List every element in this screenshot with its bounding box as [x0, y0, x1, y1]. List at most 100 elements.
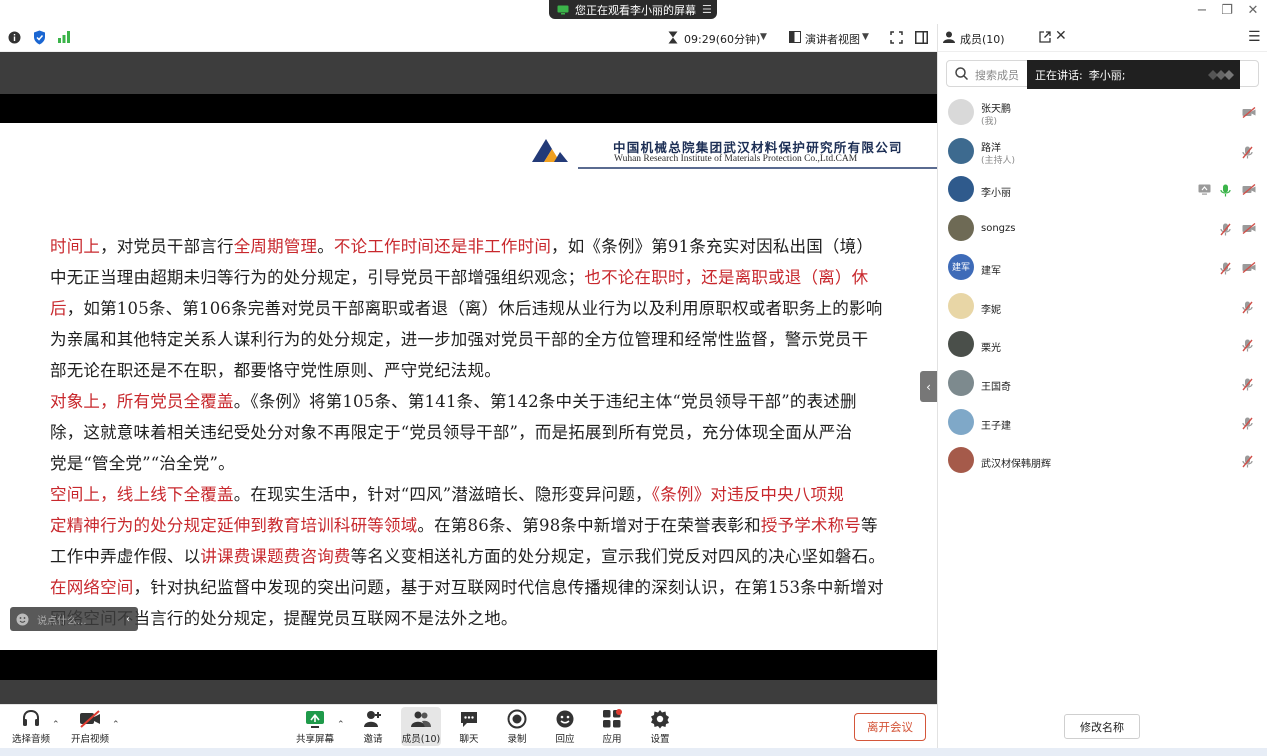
body-text: 工作中弄虚作假、以	[50, 547, 201, 566]
chevron-left-icon[interactable]: ‹	[126, 614, 130, 625]
member-name: 建军	[981, 265, 1001, 277]
company-logo	[530, 136, 570, 164]
body-text: ，如《条例》第91条充实对因私出国（境）	[551, 237, 874, 256]
document-line: 定精神行为的处分规定延伸到教育培训科研等领域。在第86条、第98条中新增对于在荣…	[50, 511, 930, 542]
shield-icon[interactable]	[33, 30, 46, 45]
mic-off-icon[interactable]	[1242, 378, 1253, 391]
member-name: 张天鹏	[981, 104, 1011, 115]
mic-off-icon[interactable]	[1220, 223, 1231, 236]
chat-icon	[459, 709, 479, 729]
search-placeholder: 搜索成员	[975, 69, 1019, 82]
avatar	[948, 331, 974, 358]
document-line: 网络空间不当言行的处分规定，提醒党员互联网不是法外之地。	[50, 604, 930, 635]
sharing-banner[interactable]: 您正在观看李小丽的屏幕 ☰	[549, 0, 717, 19]
member-row[interactable]: 王子建	[938, 406, 1267, 444]
rename-button[interactable]: 修改名称	[1064, 714, 1140, 739]
member-row[interactable]: 张天鹏 (我)	[938, 96, 1267, 134]
headset-icon	[21, 709, 41, 729]
audio-options-caret-icon[interactable]: ⌃	[52, 720, 60, 730]
video-off-icon[interactable]	[1242, 107, 1256, 118]
info-icon[interactable]	[8, 31, 21, 44]
video-off-icon[interactable]	[1242, 184, 1256, 196]
avatar: 建军	[948, 253, 974, 280]
view-mode-label[interactable]: 演讲者视图	[805, 31, 860, 47]
video-off-icon[interactable]	[1242, 223, 1256, 235]
members-button[interactable]: 成员(10)	[400, 709, 442, 751]
list-icon: ☰	[702, 3, 712, 16]
audio-button[interactable]: 选择音频	[10, 709, 52, 751]
share-screen-button[interactable]: 共享屏幕	[294, 709, 336, 751]
sidebar-toggle-icon[interactable]	[915, 31, 928, 44]
close-window-button[interactable]: ✕	[1244, 3, 1262, 19]
highlighted-text: 《条例》对违反中央八项规	[651, 485, 844, 504]
screen-share-indicator-icon	[557, 5, 569, 15]
record-button[interactable]: 录制	[496, 709, 538, 751]
avatar	[948, 292, 974, 319]
sharing-banner-text: 您正在观看李小丽的屏幕	[575, 3, 696, 17]
screen-share-icon[interactable]	[1198, 184, 1211, 196]
document-line: 中无正当理由超期未归等行为的处分规定，引导党员干部增强组织观念；也不论在职时，还…	[50, 263, 930, 294]
member-row[interactable]: 路洋 (主持人)	[938, 135, 1267, 173]
highlighted-text: 空间上，线上线下全覆盖	[50, 485, 234, 504]
signal-icon[interactable]	[58, 31, 70, 43]
menu-icon[interactable]: ☰	[1248, 29, 1261, 45]
member-row[interactable]: songzs	[938, 212, 1267, 250]
close-panel-button[interactable]: ✕	[1055, 28, 1067, 44]
document-line: 除，这就意味着相关违纪受处分对象不再限定于“党员领导干部”，而是拓展到所有党员，…	[50, 418, 930, 449]
video-button[interactable]: 开启视频	[69, 709, 111, 751]
speaker-view-icon	[789, 31, 801, 43]
header-rule	[578, 167, 937, 169]
member-row[interactable]: 李小丽	[938, 173, 1267, 211]
video-options-caret-icon[interactable]: ⌃	[112, 720, 120, 730]
mic-off-icon[interactable]	[1242, 146, 1253, 159]
member-name: songzs	[981, 223, 1016, 235]
member-name: 王子建	[981, 420, 1011, 432]
video-off-icon[interactable]	[1242, 261, 1256, 273]
apps-button[interactable]: 应用	[591, 709, 633, 751]
chat-input-overlay[interactable]: 说点什么... ‹	[10, 607, 138, 631]
mic-off-icon[interactable]	[1242, 339, 1253, 352]
settings-label: 设置	[650, 734, 670, 745]
chat-button[interactable]: 聊天	[448, 709, 490, 751]
mic-off-icon[interactable]	[1220, 262, 1231, 275]
settings-button[interactable]: 设置	[639, 709, 681, 751]
member-row[interactable]: 李妮	[938, 290, 1267, 328]
share-options-caret-icon[interactable]: ⌃	[337, 720, 345, 730]
invite-label: 邀请	[363, 734, 383, 745]
highlighted-text: 定精神行为的处分规定延伸到教育培训科研等领域	[50, 516, 418, 535]
mic-off-icon[interactable]	[1242, 417, 1253, 430]
mic-off-icon[interactable]	[1242, 455, 1253, 468]
avatar	[948, 137, 974, 164]
avatar	[948, 176, 974, 203]
minimize-button[interactable]: −	[1193, 3, 1211, 19]
member-row[interactable]: 建军 建军	[938, 251, 1267, 289]
member-row[interactable]: 栗光	[938, 328, 1267, 366]
speaking-label: 正在讲话:	[1035, 68, 1083, 82]
leave-meeting-button[interactable]: 离开会议	[854, 713, 926, 741]
pop-out-icon[interactable]	[1039, 31, 1051, 43]
chat-input-placeholder[interactable]: 说点什么...	[37, 612, 87, 627]
shared-screen-bottom-margin	[0, 680, 937, 704]
document-line: 对象上，所有党员全覆盖。《条例》将第105条、第141条、第142条中关于违纪主…	[50, 387, 930, 418]
members-button-label: 成员(10)	[401, 734, 441, 745]
invite-button[interactable]: 邀请	[352, 709, 394, 751]
avatar	[948, 215, 974, 242]
mic-off-icon[interactable]	[1242, 301, 1253, 314]
reactions-icon	[555, 709, 575, 729]
maximize-button[interactable]: ❐	[1218, 3, 1236, 19]
view-dropdown-icon[interactable]: ▼	[862, 32, 869, 42]
hourglass-icon	[668, 31, 678, 44]
emoji-icon[interactable]	[16, 613, 29, 626]
share-screen-label: 共享屏幕	[295, 734, 334, 745]
body-text: 党是“管全党”“治全党”。	[50, 454, 235, 473]
document-line: 部无论在职还是不在职，都要恪守党性原则、严守党纪法规。	[50, 356, 930, 387]
highlighted-text: 在网络空间	[50, 578, 134, 597]
mic-on-icon[interactable]	[1220, 184, 1231, 197]
reactions-button[interactable]: 回应	[544, 709, 586, 751]
collapse-panel-handle[interactable]: ‹	[920, 371, 937, 402]
timer-dropdown-icon[interactable]: ▼	[760, 32, 767, 42]
member-row[interactable]: 武汉材保韩朋辉	[938, 444, 1267, 482]
member-row[interactable]: 王国奇	[938, 367, 1267, 405]
shared-document: 中国机械总院集团武汉材料保护研究所有限公司 Wuhan Research Ins…	[0, 123, 937, 650]
fullscreen-icon[interactable]	[890, 31, 903, 44]
